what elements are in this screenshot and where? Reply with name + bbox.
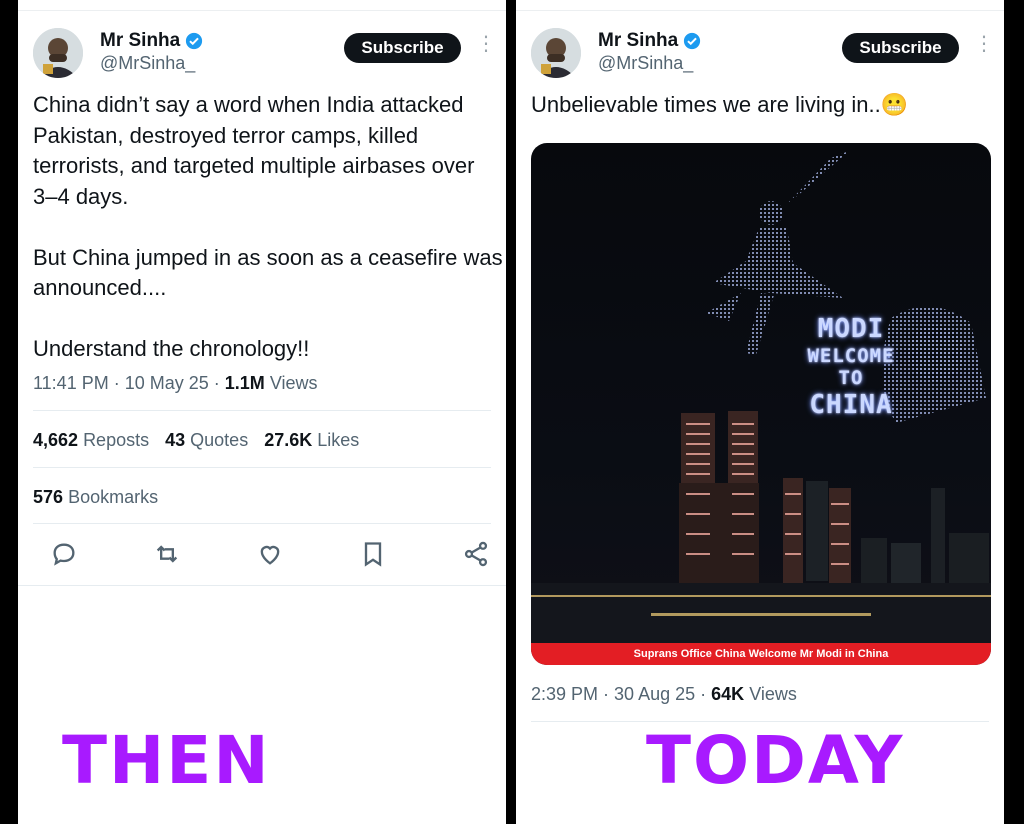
avatar[interactable] xyxy=(531,28,581,78)
tweet-meta: 11:41 PM · 10 May 25 · 1.1M Views xyxy=(33,373,318,393)
subscribe-button[interactable]: Subscribe xyxy=(344,33,461,63)
author-name-text[interactable]: Mr Sinha xyxy=(598,30,678,52)
action-bar xyxy=(50,540,490,568)
author-name-text[interactable]: Mr Sinha xyxy=(100,30,180,52)
caption-today: TODAY xyxy=(646,722,905,799)
likes-label: Likes xyxy=(317,430,360,450)
bookmarks-count: 576 xyxy=(33,487,64,507)
subscribe-button[interactable]: Subscribe xyxy=(842,33,959,63)
tweet-panel-today: Mr Sinha @MrSinha_ Subscribe ⋮ Unbelieva… xyxy=(516,0,1004,824)
divider xyxy=(33,523,491,524)
tweet-time[interactable]: 2:39 PM xyxy=(531,684,598,704)
drone-text-line: CHINA xyxy=(809,390,893,421)
author-handle[interactable]: @MrSinha_ xyxy=(598,53,693,74)
divider xyxy=(18,585,506,586)
views-count: 64K xyxy=(711,684,745,704)
likes-stat[interactable]: 27.6K Likes xyxy=(264,430,359,451)
reply-icon[interactable] xyxy=(50,540,78,568)
reposts-stat[interactable]: 4,662 Reposts xyxy=(33,430,149,451)
reposts-label: Reposts xyxy=(83,430,150,450)
more-icon[interactable]: ⋮ xyxy=(476,34,496,54)
divider xyxy=(516,10,1004,11)
author-name[interactable]: Mr Sinha xyxy=(598,30,701,52)
more-icon[interactable]: ⋮ xyxy=(974,34,994,54)
verified-badge-icon xyxy=(185,32,203,50)
views-count: 1.1M xyxy=(224,373,265,393)
quotes-stat[interactable]: 43 Quotes xyxy=(165,430,248,451)
repost-icon[interactable] xyxy=(153,540,181,568)
drone-text: MODI WELCOME TO CHINA xyxy=(801,313,901,422)
views-label: Views xyxy=(269,373,318,393)
divider xyxy=(18,10,506,11)
tweet-text: China didn’t say a word when India attac… xyxy=(33,92,503,361)
tweet-text: Unbelievable times we are living in..😬 xyxy=(531,92,909,117)
quotes-label: Quotes xyxy=(190,430,249,450)
author-name[interactable]: Mr Sinha xyxy=(100,30,203,52)
caption-then: THEN xyxy=(62,722,271,799)
tweet-date[interactable]: 10 May 25 xyxy=(125,373,209,393)
tweet-meta: 2:39 PM · 30 Aug 25 · 64K Views xyxy=(531,684,797,704)
tweet-panel-then: Mr Sinha @MrSinha_ Subscribe ⋮ China did… xyxy=(18,0,506,824)
tweet-time[interactable]: 11:41 PM xyxy=(33,373,109,393)
tweet-image[interactable]: MODI WELCOME TO CHINA Suprans Office Chi… xyxy=(531,143,991,665)
divider xyxy=(33,467,491,468)
bookmarks-label: Bookmarks xyxy=(68,487,159,507)
quotes-count: 43 xyxy=(165,430,186,450)
bookmarks-stat[interactable]: 576 Bookmarks xyxy=(33,487,158,508)
drone-text-line: WELCOME xyxy=(807,344,895,367)
verified-badge-icon xyxy=(683,32,701,50)
reposts-count: 4,662 xyxy=(33,430,79,450)
avatar[interactable] xyxy=(33,28,83,78)
author-handle[interactable]: @MrSinha_ xyxy=(100,53,195,74)
likes-count: 27.6K xyxy=(264,430,313,450)
image-caption-banner: Suprans Office China Welcome Mr Modi in … xyxy=(531,643,991,665)
bookmark-icon[interactable] xyxy=(359,540,387,568)
tweet-date[interactable]: 30 Aug 25 xyxy=(614,684,695,704)
share-icon[interactable] xyxy=(462,540,490,568)
drone-show-scene xyxy=(531,151,991,643)
views-label: Views xyxy=(749,684,797,704)
like-icon[interactable] xyxy=(256,540,284,568)
engagement-stats: 4,662 Reposts 43 Quotes 27.6K Likes xyxy=(33,430,359,451)
divider xyxy=(33,410,491,411)
drone-text-line: MODI xyxy=(817,314,885,344)
drone-text-line: TO xyxy=(838,367,864,390)
